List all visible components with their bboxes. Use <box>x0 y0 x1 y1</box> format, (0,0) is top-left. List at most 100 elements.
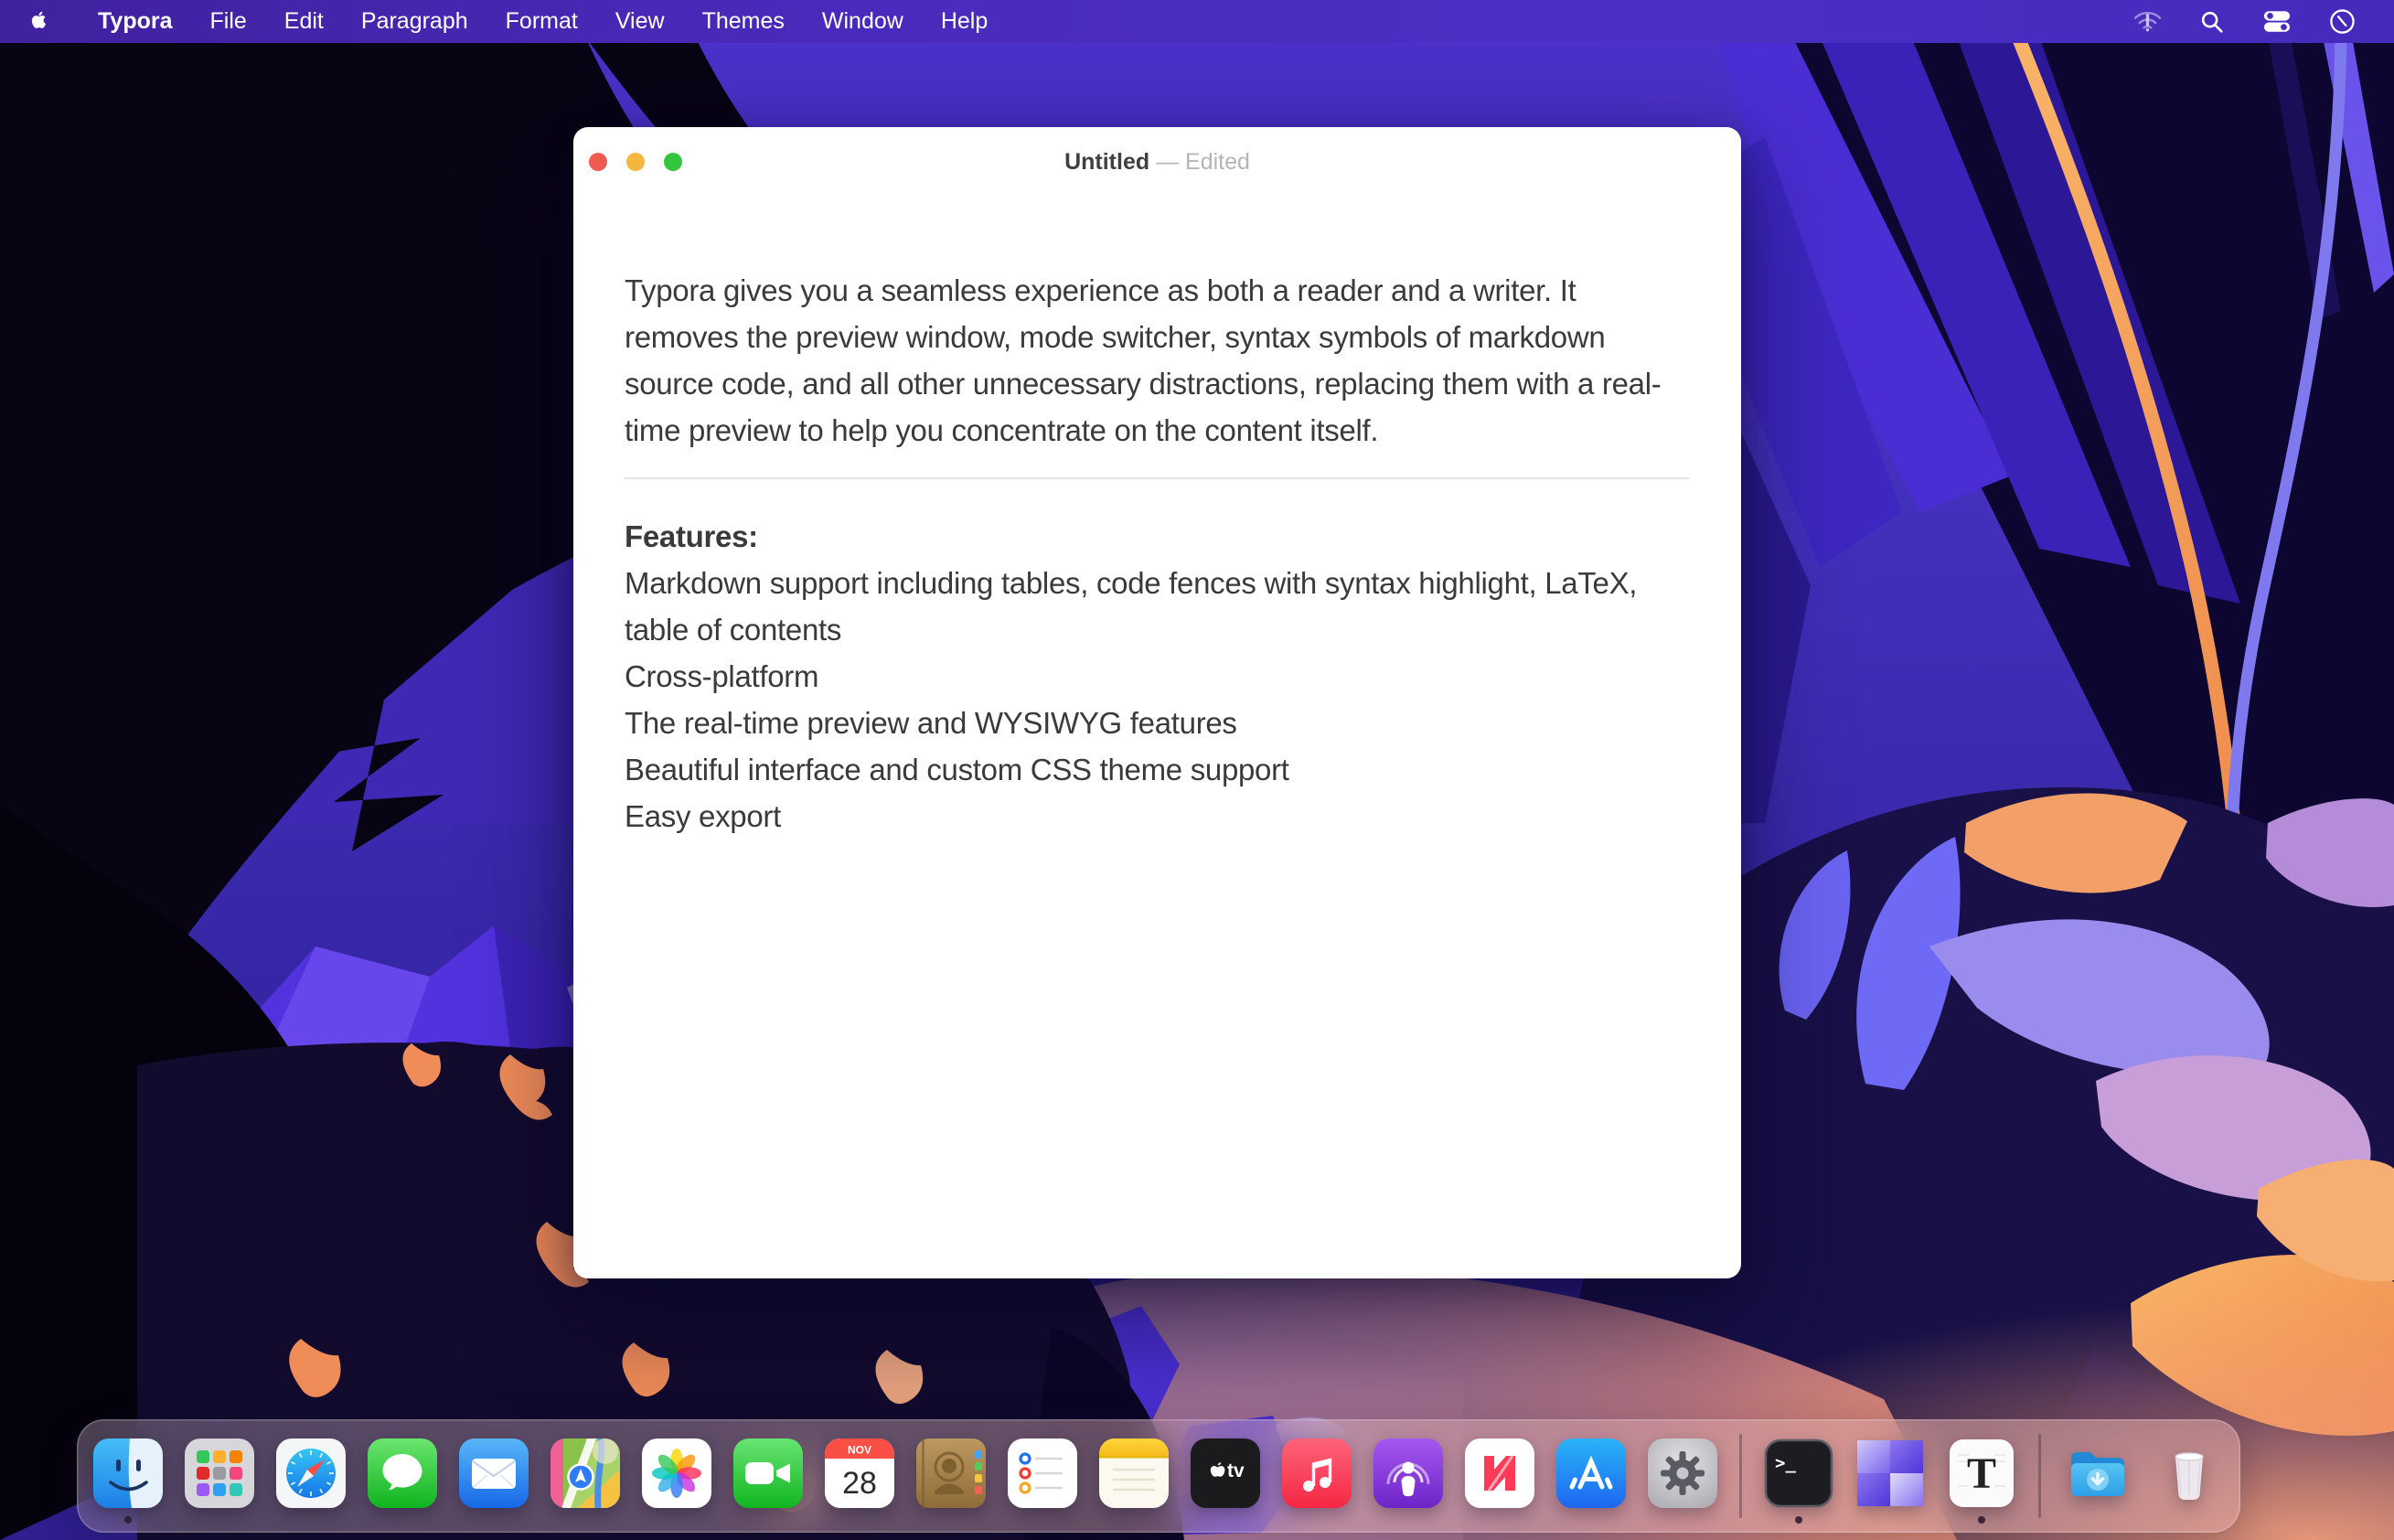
menu-item[interactable]: Help <box>941 8 988 35</box>
photos-icon <box>642 1438 711 1508</box>
news-icon <box>1465 1438 1534 1508</box>
svg-text:NOV: NOV <box>848 1444 871 1457</box>
running-indicator <box>1978 1516 1985 1524</box>
svg-text:>_: >_ <box>1775 1453 1796 1473</box>
features-list: Markdown support including tables, code … <box>625 560 1690 840</box>
calendar-icon: NOV 28 <box>825 1438 894 1508</box>
wifi-alert-icon <box>2132 9 2163 34</box>
document-name: Untitled <box>1064 149 1149 175</box>
facetime-icon <box>733 1438 803 1508</box>
feature-item[interactable]: Easy export <box>625 793 1690 840</box>
dock-icon-terminal[interactable]: >_ <box>1764 1438 1833 1508</box>
desktop: Typora File Edit Paragraph Format View Themes W… <box>0 0 2394 1540</box>
menu-item[interactable]: Paragraph <box>361 8 468 35</box>
mail-icon <box>459 1438 529 1508</box>
apple-logo-icon <box>30 11 48 32</box>
appletv-icon: tv <box>1191 1438 1260 1508</box>
dock-icon-notes[interactable] <box>1099 1438 1169 1508</box>
music-icon <box>1282 1438 1352 1508</box>
title-separator: — <box>1156 149 1179 175</box>
messages-icon <box>368 1438 437 1508</box>
dock-icon-messages[interactable] <box>368 1438 437 1508</box>
document-editor[interactable]: Typora gives you a seamless experience a… <box>573 197 1741 840</box>
dock-icon-facetime[interactable] <box>733 1438 803 1508</box>
apple-menu[interactable] <box>27 10 50 33</box>
features-heading[interactable]: Features: <box>625 513 1690 560</box>
typora-window: Untitled — Edited Typora gives you a sea… <box>573 127 1741 1278</box>
dock-icon-contacts[interactable] <box>916 1438 986 1508</box>
control-center-icon <box>2263 10 2291 33</box>
menu-bar: Typora File Edit Paragraph Format View Themes W… <box>0 0 2394 43</box>
terminal-icon: >_ <box>1764 1438 1833 1508</box>
svg-text:28: 28 <box>842 1466 877 1501</box>
status-control-center[interactable] <box>2261 8 2292 36</box>
document-paragraph[interactable]: Typora gives you a seamless experience a… <box>625 267 1690 454</box>
traffic-lights <box>589 127 682 197</box>
safari-icon <box>276 1438 346 1508</box>
horizontal-rule <box>625 477 1690 479</box>
svg-text:T: T <box>1967 1449 1996 1498</box>
maps-icon <box>550 1438 620 1508</box>
svg-text:tv: tv <box>1227 1460 1245 1481</box>
dock-icon-news[interactable] <box>1465 1438 1534 1508</box>
typora-icon: T <box>1947 1438 2016 1508</box>
trash-icon <box>2154 1438 2224 1508</box>
menu-item[interactable]: Themes <box>702 8 785 35</box>
feature-item[interactable]: The real-time preview and WYSIWYG featur… <box>625 700 1690 746</box>
dock-icon-podcasts[interactable] <box>1373 1438 1443 1508</box>
dock-icon-settings[interactable] <box>1648 1438 1717 1508</box>
close-button[interactable] <box>589 153 607 171</box>
dock-icon-music[interactable] <box>1282 1438 1352 1508</box>
search-icon <box>2199 9 2225 35</box>
dock-icon-launchpad[interactable] <box>185 1438 254 1508</box>
dock-icon-appstore[interactable] <box>1556 1438 1626 1508</box>
dock-icon-gradient-tiles[interactable] <box>1855 1438 1925 1508</box>
zoom-button[interactable] <box>664 153 682 171</box>
dock-separator <box>1739 1434 1742 1518</box>
dock-separator <box>2038 1434 2041 1518</box>
running-indicator <box>124 1516 132 1524</box>
notes-icon <box>1099 1438 1169 1508</box>
launchpad-icon <box>185 1438 254 1508</box>
menu-status-icons <box>2132 8 2394 36</box>
menu-item[interactable]: Window <box>822 8 903 35</box>
clock-icon <box>2329 8 2356 35</box>
menu-item[interactable]: View <box>615 8 665 35</box>
gradient-tiles-icon <box>1855 1438 1925 1508</box>
settings-icon <box>1648 1438 1717 1508</box>
dock: NOV 28 tv >_ <box>77 1419 2240 1533</box>
feature-item[interactable]: Cross-platform <box>625 653 1690 700</box>
dock-icon-typora[interactable]: T <box>1947 1438 2016 1508</box>
menu-items: Typora File Edit Paragraph Format View Themes W… <box>98 8 988 35</box>
menu-item[interactable]: Format <box>506 8 578 35</box>
dock-icon-reminders[interactable] <box>1008 1438 1077 1508</box>
dock-icon-downloads[interactable] <box>2063 1438 2132 1508</box>
minimize-button[interactable] <box>626 153 645 171</box>
dock-icon-mail[interactable] <box>459 1438 529 1508</box>
dock-icon-appletv[interactable]: tv <box>1191 1438 1260 1508</box>
window-titlebar[interactable]: Untitled — Edited <box>573 127 1741 197</box>
status-wifi-alert[interactable] <box>2132 8 2163 36</box>
window-title: Untitled — Edited <box>1064 149 1250 176</box>
dock-icon-safari[interactable] <box>276 1438 346 1508</box>
downloads-icon <box>2063 1438 2132 1508</box>
appstore-icon <box>1556 1438 1626 1508</box>
menu-item[interactable]: File <box>210 8 247 35</box>
feature-item[interactable]: Markdown support including tables, code … <box>625 560 1690 653</box>
edited-badge: Edited <box>1185 149 1250 175</box>
dock-icon-finder[interactable] <box>93 1438 163 1508</box>
dock-icon-maps[interactable] <box>550 1438 620 1508</box>
status-search[interactable] <box>2196 8 2228 36</box>
contacts-icon <box>916 1438 986 1508</box>
dock-icon-trash[interactable] <box>2154 1438 2224 1508</box>
reminders-icon <box>1008 1438 1077 1508</box>
podcasts-icon <box>1373 1438 1443 1508</box>
menu-item[interactable]: Typora <box>98 8 173 35</box>
finder-icon <box>93 1438 163 1508</box>
running-indicator <box>1795 1516 1802 1524</box>
dock-icon-calendar[interactable]: NOV 28 <box>825 1438 894 1508</box>
feature-item[interactable]: Beautiful interface and custom CSS theme… <box>625 746 1690 793</box>
dock-icon-photos[interactable] <box>642 1438 711 1508</box>
status-clock[interactable] <box>2326 8 2357 36</box>
menu-item[interactable]: Edit <box>284 8 324 35</box>
